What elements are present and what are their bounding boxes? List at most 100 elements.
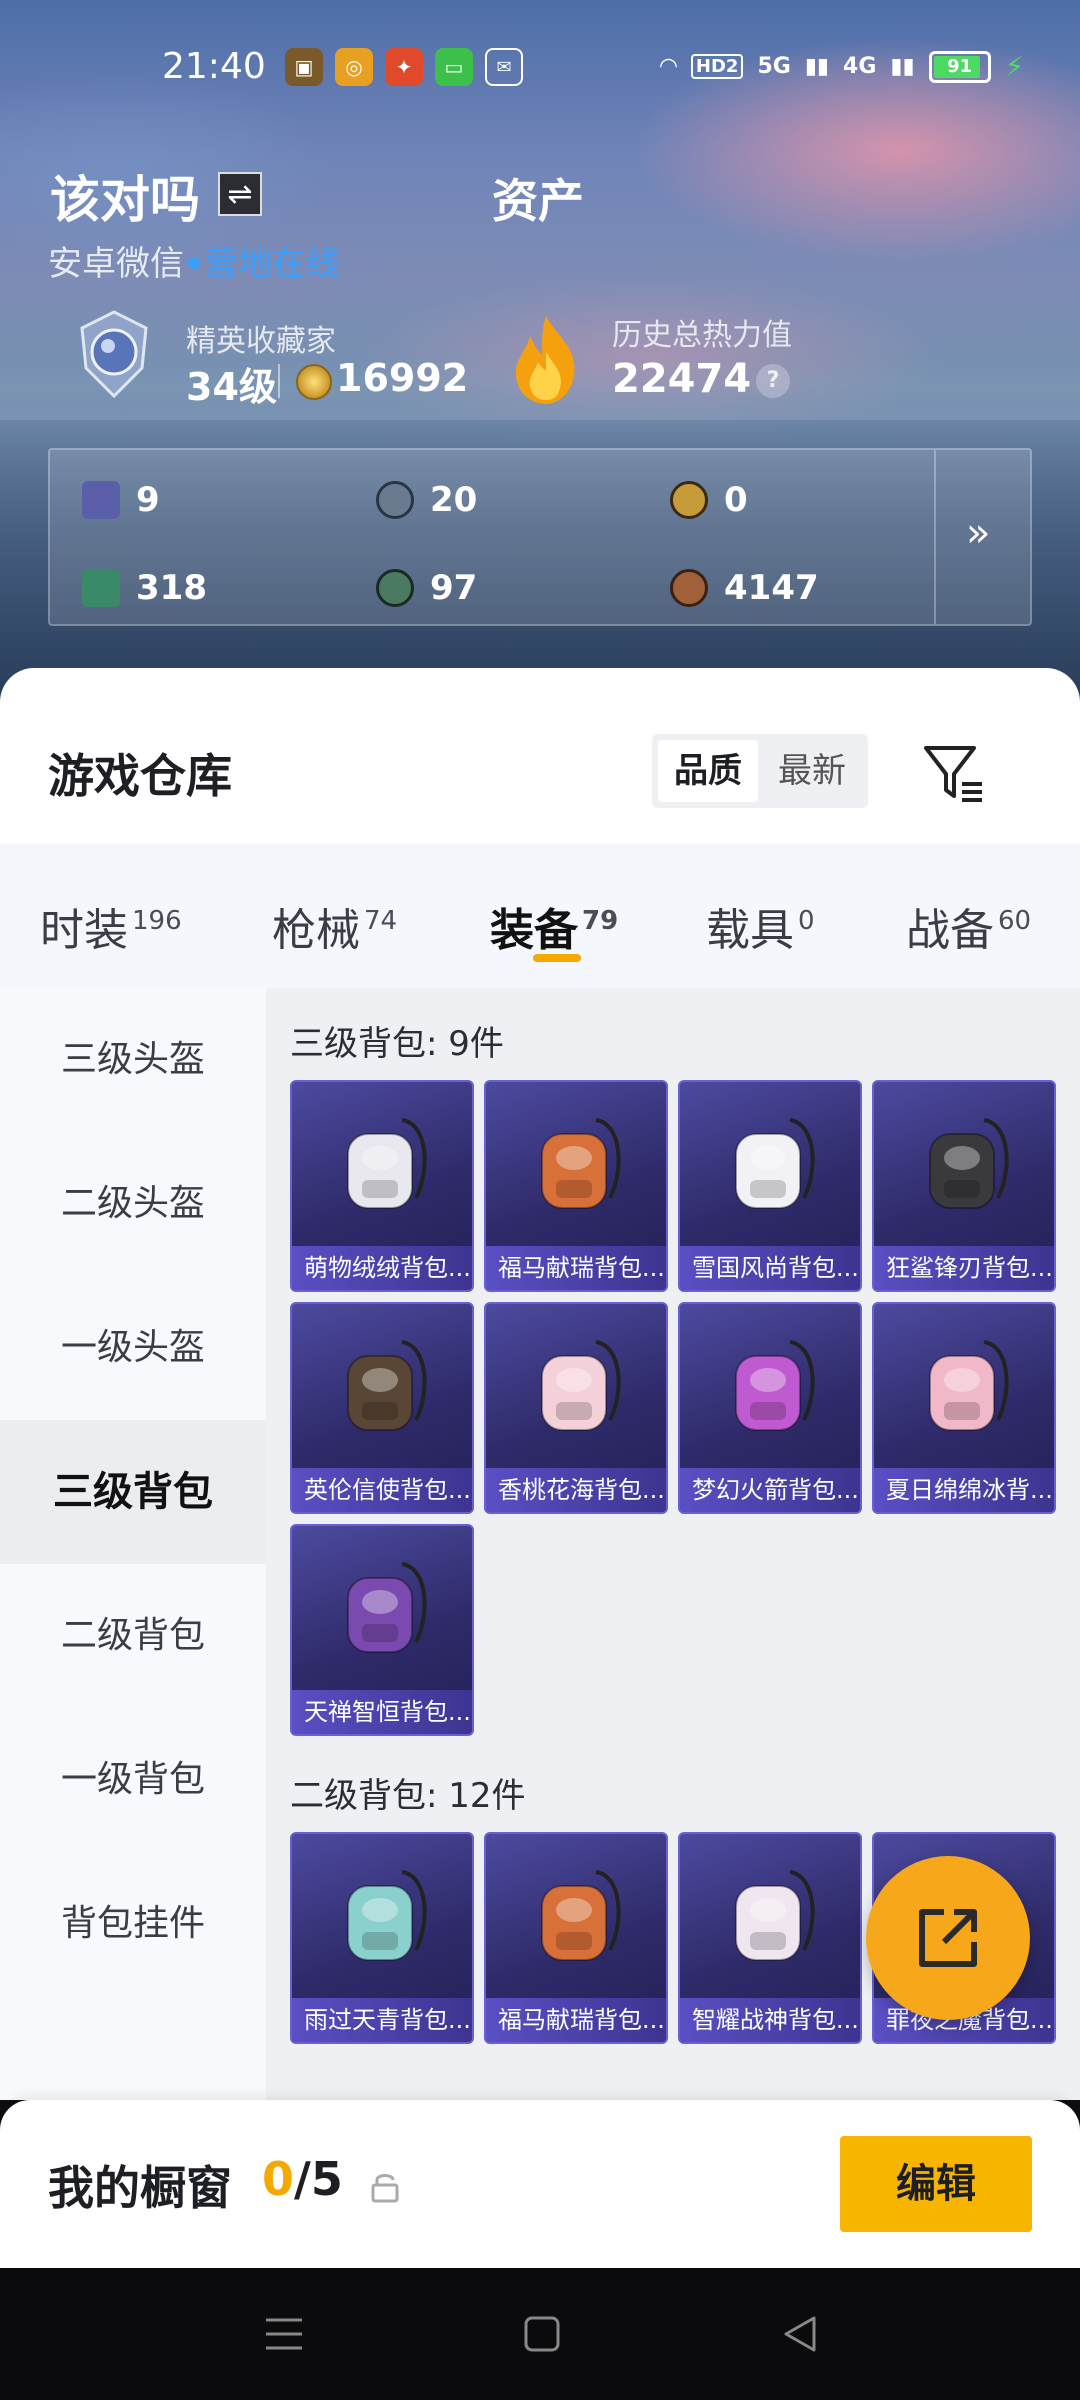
sort-quality-button[interactable]: 品质 <box>658 740 758 802</box>
collection-coin-icon <box>296 364 332 400</box>
sidebar-item-lv3-helmet[interactable]: 三级头盔 <box>0 988 266 1132</box>
username: 该对吗 <box>50 171 200 229</box>
backpack-image <box>914 1110 1018 1220</box>
sidebar-item-lv1-helmet[interactable]: 一级头盔 <box>0 1276 266 1420</box>
filter-icon[interactable] <box>922 744 986 802</box>
sidebar-item-lv1-backpack[interactable]: 一级背包 <box>0 1708 266 1852</box>
item-card[interactable]: 英伦信使背包... <box>290 1302 474 1514</box>
sort-toggle: 品质 最新 <box>652 734 868 808</box>
item-name: 雪国风尚背包... <box>680 1246 860 1290</box>
gold-coin-icon <box>670 481 708 519</box>
rank-title: 精英收藏家 <box>186 324 336 359</box>
item-card[interactable]: 天禅智恒背包... <box>290 1524 474 1736</box>
section-title: 二级背包: 12件 <box>290 1776 526 1816</box>
item-card[interactable]: 福马献瑞背包... <box>484 1832 668 2044</box>
double-chevron-right-icon[interactable]: » <box>966 510 990 556</box>
backpack-image <box>332 1332 436 1442</box>
menu-icon[interactable] <box>262 2312 306 2356</box>
asset-item: 318 <box>82 566 207 610</box>
backpack-image <box>332 1554 436 1664</box>
system-status: ◠ HD2 5G ▮▮ 4G ▮▮ 91 ⚡ <box>660 50 1024 83</box>
notification-icons: ▣ ◎ ✦ ▭ ✉ <box>285 48 523 86</box>
sidebar-item-lv2-helmet[interactable]: 二级头盔 <box>0 1132 266 1276</box>
message-app-icon: ▭ <box>435 48 473 86</box>
flame-icon <box>515 316 575 404</box>
divider <box>934 450 936 624</box>
asset-item: 4147 <box>670 566 819 610</box>
account-status: 安卓微信 营地在线 <box>48 236 340 285</box>
mail-icon: ✉ <box>485 48 523 86</box>
lock-icon <box>371 2174 399 2203</box>
tab-supplies[interactable]: 战备 60 <box>906 894 1031 958</box>
heat-value: 22474 <box>612 356 752 402</box>
home-icon[interactable] <box>520 2312 564 2356</box>
tab-vehicles[interactable]: 载具 0 <box>706 894 815 958</box>
divider <box>278 364 280 398</box>
backpack-image <box>720 1862 824 1972</box>
backpack-image <box>720 1110 824 1220</box>
signal-bars-icon: ▮▮ <box>804 54 830 79</box>
showcase-count: 0/5 <box>262 2152 343 2206</box>
item-name: 福马献瑞背包... <box>486 1246 666 1290</box>
backpack-image <box>526 1110 630 1220</box>
heat-title: 历史总热力值 <box>612 318 792 353</box>
silver-coin-icon <box>376 481 414 519</box>
item-card[interactable]: 雪国风尚背包... <box>678 1080 862 1292</box>
item-name: 萌物绒绒背包... <box>292 1246 472 1290</box>
share-button[interactable] <box>866 1856 1030 2020</box>
tab-equipment[interactable]: 装备 79 <box>490 894 618 958</box>
help-icon[interactable]: ? <box>756 364 790 398</box>
share-icon <box>919 1909 977 1967</box>
showcase-bar: 我的橱窗 0/5 编辑 <box>0 2100 1080 2268</box>
backpack-image <box>526 1332 630 1442</box>
showcase-title: 我的橱窗 <box>48 2161 232 2215</box>
switch-account-button[interactable]: ⇌ <box>218 172 262 216</box>
online-status: 营地在线 <box>204 244 340 284</box>
rank-badge-icon <box>80 310 148 399</box>
game-app-icon: ▣ <box>285 48 323 86</box>
item-name: 英伦信使背包... <box>292 1468 472 1512</box>
battery-icon: 91 <box>928 50 991 83</box>
back-icon[interactable] <box>778 2312 822 2356</box>
signal-5g-icon: 5G <box>757 54 791 79</box>
tab-firearms[interactable]: 枪械 74 <box>272 894 397 958</box>
tab-fashion[interactable]: 时装 196 <box>40 894 182 958</box>
backpack-image <box>720 1332 824 1442</box>
system-nav-bar <box>0 2268 1080 2400</box>
item-card[interactable]: 梦幻火箭背包... <box>678 1302 862 1514</box>
item-card[interactable]: 香桃花海背包... <box>484 1302 668 1514</box>
rank-level: 34级 <box>186 365 277 409</box>
asset-item: 97 <box>376 566 477 610</box>
assets-summary[interactable]: 9 20 0 318 97 4147 » <box>48 448 1032 626</box>
hd-icon: HD2 <box>690 54 744 79</box>
item-name: 天禅智恒背包... <box>292 1690 472 1734</box>
item-card[interactable]: 狂鲨锋刃背包... <box>872 1080 1056 1292</box>
bronze-coin-icon <box>670 569 708 607</box>
item-name: 梦幻火箭背包... <box>680 1468 860 1512</box>
wifi-icon: ◠ <box>660 54 677 79</box>
item-card[interactable]: 福马献瑞背包... <box>484 1080 668 1292</box>
sidebar-item-lv2-backpack[interactable]: 二级背包 <box>0 1564 266 1708</box>
tv-app-icon: ✦ <box>385 48 423 86</box>
warehouse-title: 游戏仓库 <box>48 749 232 803</box>
section-title: 三级背包: 9件 <box>290 1024 504 1064</box>
charging-icon: ⚡ <box>1004 50 1025 83</box>
item-card[interactable]: 雨过天青背包... <box>290 1832 474 2044</box>
platform-label: 安卓微信 <box>48 244 184 284</box>
item-name: 狂鲨锋刃背包... <box>874 1246 1054 1290</box>
sidebar-item-backpack-charm[interactable]: 背包挂件 <box>0 1852 266 1996</box>
item-name: 福马献瑞背包... <box>486 1998 666 2042</box>
edit-button[interactable]: 编辑 <box>840 2136 1032 2232</box>
subcategory-sidebar: 三级头盔 二级头盔 一级头盔 三级背包 二级背包 一级背包 背包挂件 <box>0 988 266 2100</box>
item-name: 智耀战神背包... <box>680 1998 860 2042</box>
backpack-image <box>332 1110 436 1220</box>
item-card[interactable]: 萌物绒绒背包... <box>290 1080 474 1292</box>
green-card-icon <box>82 569 120 607</box>
sort-newest-button[interactable]: 最新 <box>762 740 862 802</box>
online-dot-icon <box>188 257 200 269</box>
item-card[interactable]: 夏日绵绵冰背... <box>872 1302 1056 1514</box>
backpack-image <box>914 1332 1018 1442</box>
item-card[interactable]: 智耀战神背包... <box>678 1832 862 2044</box>
sidebar-item-lv3-backpack[interactable]: 三级背包 <box>0 1420 266 1564</box>
signal-bars-icon-2: ▮▮ <box>890 54 915 79</box>
